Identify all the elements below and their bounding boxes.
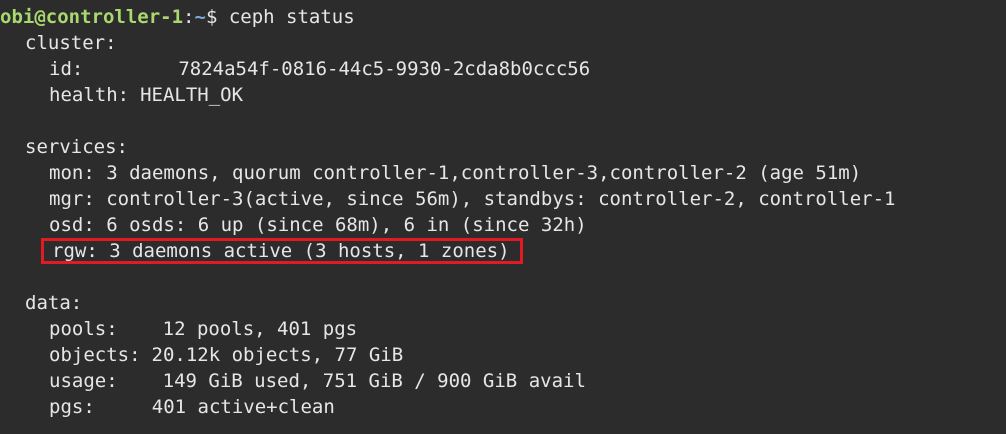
- prompt-path: ~: [194, 6, 206, 28]
- data-usage-row: usage: 149 GiB used, 751 GiB / 900 GiB av…: [0, 368, 1006, 394]
- cluster-id-label: id:: [49, 58, 84, 80]
- prompt-separator: :: [183, 6, 195, 28]
- cluster-health-value: HEALTH_OK: [140, 84, 244, 106]
- data-pools-label: pools:: [49, 318, 118, 340]
- data-pgs-value: 401 active+clean: [151, 396, 335, 418]
- services-heading: services:: [25, 136, 128, 158]
- data-pgs-label: pgs:: [49, 396, 95, 418]
- data-usage-value: 149 GiB used, 751 GiB / 900 GiB avail: [162, 370, 586, 392]
- cluster-id-value: 7824a54f-0816-44c5-9930-2cda8b0ccc56: [178, 58, 591, 80]
- service-mon: mon: 3 daemons, quorum controller-1,cont…: [49, 162, 862, 184]
- service-rgw: rgw: 3 daemons active (3 hosts, 1 zones): [52, 240, 510, 262]
- command-text: ceph status: [217, 6, 355, 28]
- prompt-line: obi@controller-1:~$ ceph status: [0, 4, 1006, 30]
- data-usage-label: usage:: [49, 370, 118, 392]
- service-rgw-row: rgw: 3 daemons active (3 hosts, 1 zones): [0, 238, 1006, 264]
- data-heading: data:: [25, 292, 83, 314]
- cluster-health-row: health: HEALTH_OK: [0, 82, 1006, 108]
- terminal-window[interactable]: obi@controller-1:~$ ceph status cluster:…: [0, 0, 1006, 434]
- prompt-symbol: $: [205, 6, 218, 28]
- cluster-health-label: health:: [49, 84, 130, 106]
- data-objects-value: 20.12k objects, 77 GiB: [151, 344, 404, 366]
- data-pools-row: pools: 12 pools, 401 pgs: [0, 316, 1006, 342]
- cluster-heading: cluster:: [25, 32, 117, 54]
- highlight-box: rgw: 3 daemons active (3 hosts, 1 zones): [41, 238, 523, 264]
- service-mgr: mgr: controller-3(active, since 56m), st…: [49, 188, 896, 210]
- prompt-user-host: obi@controller-1: [0, 6, 184, 28]
- data-pgs-row: pgs: 401 active+clean: [0, 394, 1006, 420]
- service-osd: osd: 6 osds: 6 up (since 68m), 6 in (sin…: [49, 214, 587, 236]
- data-objects-label: objects:: [49, 344, 141, 366]
- data-pools-value: 12 pools, 401 pgs: [162, 318, 358, 340]
- cluster-id-row: id: 7824a54f-0816-44c5-9930-2cda8b0ccc56: [0, 56, 1006, 82]
- data-objects-row: objects: 20.12k objects, 77 GiB: [0, 342, 1006, 368]
